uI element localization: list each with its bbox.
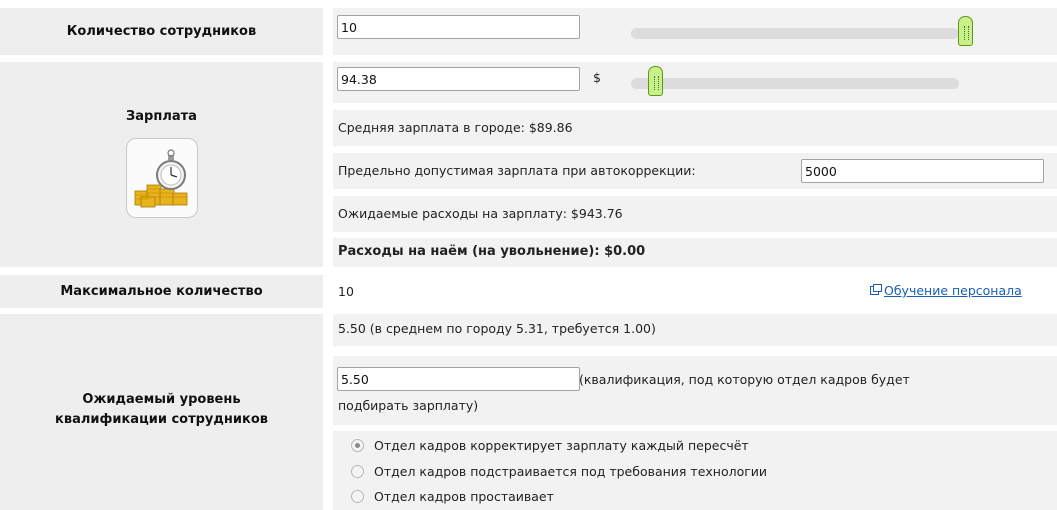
salary-input[interactable] (337, 67, 580, 91)
currency-label: $ (593, 70, 601, 85)
hire-expenses-row: Расходы на наём (на увольнение): $0.00 (333, 238, 1057, 267)
city-avg-salary: Средняя зарплата в городе: $89.86 (338, 120, 573, 135)
qualification-hint-2: подбирать зарплату) (338, 398, 479, 413)
hr-mode-option-label: Отдел кадров подстраивается под требован… (374, 464, 768, 479)
training-link-text[interactable]: Обучение персонала (884, 283, 1022, 298)
qualification-input[interactable] (337, 367, 580, 391)
employees-label: Количество сотрудников (0, 8, 323, 55)
qualification-summary: 5.50 (в среднем по городу 5.31, требуетс… (338, 321, 656, 336)
open-window-icon (870, 284, 882, 295)
employees-slider-thumb[interactable] (958, 16, 973, 46)
autocorrect-input[interactable] (801, 159, 1044, 183)
employees-slider-track[interactable] (631, 28, 959, 39)
grip-icon (654, 76, 659, 90)
expected-expenses-row: Ожидаемые расходы на зарплату: $943.76 (333, 196, 1057, 232)
salary-slider-track[interactable] (631, 78, 959, 89)
salary-label-text: Зарплата (126, 109, 197, 124)
hr-mode-option-correct[interactable]: Отдел кадров корректирует зарплату кажды… (351, 438, 749, 453)
money-stopwatch-icon (125, 138, 198, 218)
qualification-label-text: Ожидаемый уровень квалификации сотрудник… (55, 392, 268, 427)
salary-input-cell: $ (333, 62, 1057, 103)
hr-mode-option-idle[interactable]: Отдел кадров простаивает (351, 489, 554, 504)
max-count-label-text: Максимальное количество (60, 284, 263, 299)
autocorrect-label: Предельно допустимая зарплата при автоко… (338, 163, 696, 178)
hr-mode-option-label: Отдел кадров корректирует зарплату кажды… (374, 438, 749, 453)
qualification-input-row: (квалификация, под которую отдел кадров … (333, 356, 1057, 425)
hr-mode-option-label: Отдел кадров простаивает (374, 489, 554, 504)
hr-mode-option-adapt[interactable]: Отдел кадров подстраивается под требован… (351, 464, 767, 479)
max-count-cell: 10 Обучение персонала (333, 275, 1057, 308)
radio-checked-icon[interactable] (351, 439, 364, 452)
qualification-summary-row: 5.50 (в среднем по городу 5.31, требуетс… (333, 314, 1057, 346)
employees-input[interactable] (337, 15, 580, 39)
radio-icon[interactable] (351, 490, 364, 503)
autocorrect-row: Предельно допустимая зарплата при автоко… (333, 153, 1057, 189)
salary-slider-thumb[interactable] (648, 66, 663, 96)
training-link[interactable]: Обучение персонала (870, 283, 1022, 298)
employees-label-text: Количество сотрудников (66, 24, 257, 39)
max-count-value: 10 (338, 284, 354, 299)
hire-expenses: Расходы на наём (на увольнение): $0.00 (338, 244, 646, 259)
grip-icon (964, 26, 969, 40)
qualification-label: Ожидаемый уровень квалификации сотрудник… (0, 314, 323, 510)
qualification-hint-1: (квалификация, под которую отдел кадров … (579, 372, 910, 387)
expected-expenses: Ожидаемые расходы на зарплату: $943.76 (338, 206, 623, 221)
city-avg-salary-row: Средняя зарплата в городе: $89.86 (333, 110, 1057, 146)
max-count-label: Максимальное количество (0, 275, 323, 308)
employees-cell (333, 8, 1057, 55)
radio-icon[interactable] (351, 465, 364, 478)
salary-label: Зарплата (0, 62, 323, 267)
